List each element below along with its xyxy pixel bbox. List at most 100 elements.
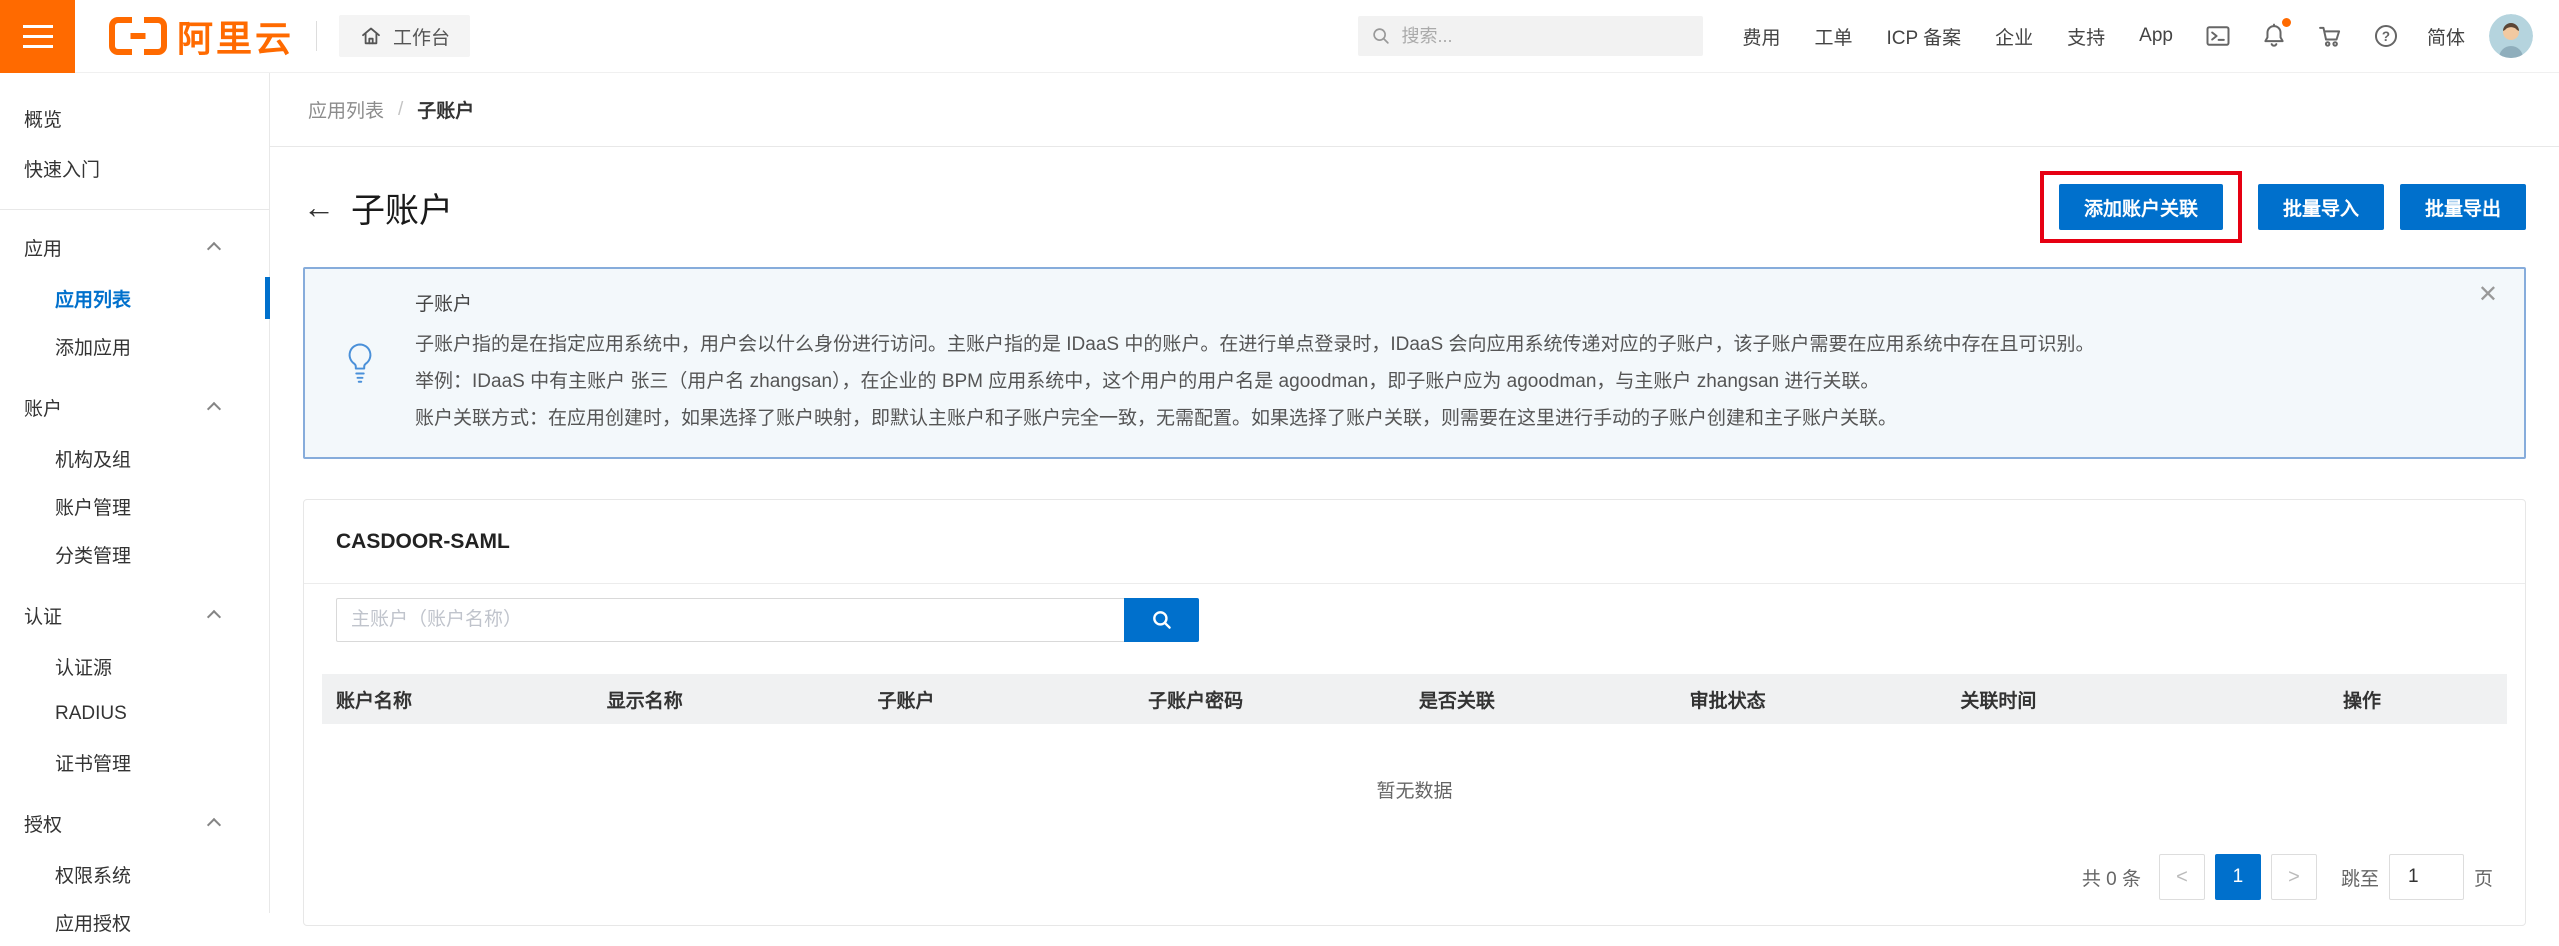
- sidebar-item[interactable]: 应用列表: [0, 274, 269, 322]
- breadcrumb-current: 子账户: [417, 96, 474, 123]
- red-annotation-highlight: 添加账户关联: [2040, 171, 2242, 243]
- account-search-bar: [336, 598, 2493, 642]
- svg-text:?: ?: [2382, 29, 2390, 44]
- sidebar-item[interactable]: 概览: [0, 93, 269, 143]
- topbar-nav-item[interactable]: ICP 备案: [1887, 23, 1962, 50]
- sidebar-item-label: 快速入门: [24, 155, 100, 182]
- batch-import-button[interactable]: 批量导入: [2258, 184, 2384, 230]
- sidebar-item-label: 分类管理: [55, 541, 131, 568]
- cart-icon[interactable]: [2315, 21, 2345, 51]
- pagination-current-page[interactable]: 1: [2215, 854, 2261, 900]
- table-empty-state: 暂无数据: [336, 724, 2493, 854]
- table-header-cell: 关联时间: [1946, 686, 2217, 713]
- global-search-input[interactable]: [1402, 26, 1691, 47]
- chevron-up-icon: [207, 402, 221, 416]
- chevron-up-icon: [207, 610, 221, 624]
- sidebar-item-label: 认证源: [55, 653, 112, 680]
- add-account-link-button[interactable]: 添加账户关联: [2059, 184, 2223, 230]
- pagination-total: 共 0 条: [2082, 864, 2141, 891]
- sidebar-item[interactable]: 认证源: [0, 642, 269, 690]
- table-header-cell: 子账户: [863, 686, 1134, 713]
- table-header-cell: 是否关联: [1405, 686, 1676, 713]
- sidebar-item[interactable]: 权限系统: [0, 850, 269, 898]
- hamburger-menu-icon[interactable]: [0, 0, 75, 73]
- topbar-nav-item[interactable]: 企业: [1995, 23, 2033, 50]
- sidebar-item-label: 账户: [24, 394, 62, 421]
- info-banner-title: 子账户: [415, 289, 2464, 316]
- workbench-label: 工作台: [393, 23, 450, 50]
- close-icon[interactable]: ✕: [2478, 283, 2498, 307]
- sidebar-item[interactable]: 账户: [0, 380, 269, 434]
- search-icon: [1370, 25, 1392, 47]
- page-header: ← 子账户 添加账户关联 批量导入 批量导出: [303, 147, 2526, 267]
- sidebar-item-label: 授权: [24, 810, 62, 837]
- sidebar-item[interactable]: 授权: [0, 796, 269, 850]
- console-terminal-icon[interactable]: [2203, 21, 2233, 51]
- sidebar-item[interactable]: 证书管理: [0, 738, 269, 786]
- sidebar-item[interactable]: 分类管理: [0, 530, 269, 578]
- topbar-nav-item[interactable]: 工单: [1815, 23, 1853, 50]
- topbar-nav-item[interactable]: 费用: [1743, 23, 1781, 50]
- language-switch[interactable]: 简体: [2427, 23, 2465, 50]
- sidebar: 概览 快速入门 应用 应用列表 添加应用 账户: [0, 73, 270, 913]
- sidebar-item[interactable]: RADIUS: [0, 690, 269, 738]
- info-banner-line: 账户关联方式：在应用创建时，如果选择了账户映射，即默认主账户和子账户完全一致，无…: [415, 400, 2464, 437]
- sidebar-item-label: 添加应用: [55, 333, 131, 360]
- info-banner-line: 子账户指的是在指定应用系统中，用户会以什么身份进行访问。主账户指的是 IDaaS…: [415, 326, 2464, 363]
- sidebar-item[interactable]: 机构及组: [0, 434, 269, 482]
- home-icon: [359, 24, 383, 48]
- help-icon[interactable]: ?: [2371, 21, 2401, 51]
- sidebar-item-label: 认证: [24, 602, 62, 629]
- sidebar-item-label: 账户管理: [55, 493, 131, 520]
- notifications-bell-icon[interactable]: [2259, 21, 2289, 51]
- sidebar-item-label: RADIUS: [55, 703, 127, 725]
- sidebar-item[interactable]: [0, 209, 269, 210]
- chevron-up-icon: [207, 818, 221, 832]
- pagination-prev-button[interactable]: <: [2159, 854, 2205, 900]
- aliyun-logo-text: 阿里云: [177, 10, 294, 62]
- sidebar-item[interactable]: 应用: [0, 220, 269, 274]
- primary-account-search-input[interactable]: [336, 598, 1124, 642]
- sidebar-item-label: 机构及组: [55, 445, 131, 472]
- sidebar-item[interactable]: 添加应用: [0, 322, 269, 370]
- sidebar-item[interactable]: 快速入门: [0, 143, 269, 193]
- global-search[interactable]: [1358, 16, 1703, 56]
- table-header-cell: 审批状态: [1676, 686, 1947, 713]
- sidebar-item-label: 应用列表: [55, 285, 131, 312]
- back-arrow-icon[interactable]: ←: [303, 191, 335, 223]
- notification-badge: [2282, 18, 2291, 27]
- sidebar-item[interactable]: 应用授权: [0, 898, 269, 946]
- breadcrumb-parent[interactable]: 应用列表: [308, 96, 384, 123]
- sidebar-item-label: 概览: [24, 105, 62, 132]
- table-header-cell: 子账户密码: [1134, 686, 1405, 713]
- info-banner: 子账户 子账户指的是在指定应用系统中，用户会以什么身份进行访问。主账户指的是 I…: [303, 267, 2526, 459]
- main-content: 应用列表 / 子账户 ← 子账户 添加账户关联 批量导入 批量导出: [270, 73, 2559, 913]
- chevron-up-icon: [207, 242, 221, 256]
- pagination-next-button[interactable]: >: [2271, 854, 2317, 900]
- pagination-jump-label: 跳至: [2341, 864, 2379, 891]
- sidebar-item[interactable]: 账户管理: [0, 482, 269, 530]
- divider: [316, 21, 317, 51]
- topbar: 阿里云 工作台 费用 工单 ICP 备案 企业 支持 App: [0, 0, 2559, 73]
- info-banner-line: 举例：IDaaS 中有主账户 张三（用户名 zhangsan），在企业的 BPM…: [415, 363, 2464, 400]
- pagination-page-unit: 页: [2474, 864, 2493, 891]
- aliyun-logo-icon: [109, 17, 167, 55]
- topbar-nav-item[interactable]: App: [2139, 25, 2173, 47]
- batch-export-button[interactable]: 批量导出: [2400, 184, 2526, 230]
- topbar-icons: ?: [2203, 21, 2401, 51]
- aliyun-logo[interactable]: 阿里云: [109, 10, 294, 62]
- sidebar-item-label: 证书管理: [55, 749, 131, 776]
- search-icon: [1149, 607, 1175, 633]
- table-header-cell: 账户名称: [322, 686, 593, 713]
- divider: [304, 583, 2525, 584]
- search-button[interactable]: [1124, 598, 1199, 642]
- topbar-nav-item[interactable]: 支持: [2067, 23, 2105, 50]
- table-header-row: 账户名称显示名称子账户子账户密码是否关联审批状态关联时间操作: [322, 674, 2507, 724]
- application-name: CASDOOR-SAML: [336, 500, 2493, 583]
- user-avatar[interactable]: [2489, 14, 2533, 58]
- sidebar-item[interactable]: 认证: [0, 588, 269, 642]
- pagination-jump-input[interactable]: [2389, 854, 2464, 900]
- topbar-nav: 费用 工单 ICP 备案 企业 支持 App: [1743, 23, 2173, 50]
- page-title: 子账户: [351, 183, 453, 232]
- workbench-button[interactable]: 工作台: [339, 15, 470, 57]
